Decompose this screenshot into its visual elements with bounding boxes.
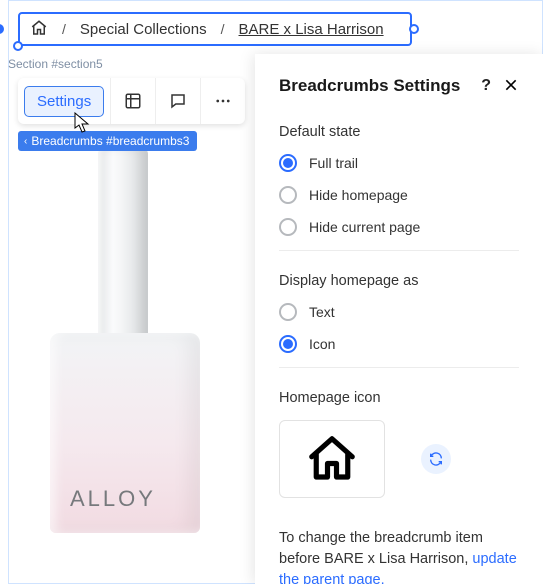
- divider: [279, 367, 519, 368]
- homepage-icon-preview[interactable]: [279, 420, 385, 498]
- settings-panel: Breadcrumbs Settings ? Default state Ful…: [255, 54, 543, 584]
- radio-indicator: [279, 303, 297, 321]
- radio-hide-homepage[interactable]: Hide homepage: [279, 186, 519, 204]
- radio-label: Icon: [309, 336, 335, 352]
- refresh-icon-button[interactable]: [421, 444, 451, 474]
- element-tag[interactable]: ‹ Breadcrumbs #breadcrumbs3: [18, 131, 197, 151]
- radio-full-trail[interactable]: Full trail: [279, 154, 519, 172]
- panel-title: Breadcrumbs Settings: [279, 76, 460, 96]
- product-image: ALLOY: [18, 148, 278, 578]
- breadcrumb-current[interactable]: BARE x Lisa Harrison: [239, 21, 384, 38]
- breadcrumb-separator: /: [221, 21, 225, 37]
- breadcrumbs-element[interactable]: / Special Collections / BARE x Lisa Harr…: [18, 12, 412, 46]
- display-homepage-label: Display homepage as: [279, 273, 519, 289]
- section-label: Section #section5: [8, 57, 103, 71]
- house-icon: [303, 432, 361, 486]
- product-brand: ALLOY: [70, 486, 156, 512]
- radio-label: Hide current page: [309, 219, 420, 235]
- selection-handle[interactable]: [409, 24, 419, 34]
- breadcrumb-separator: /: [62, 21, 66, 37]
- selection-handle[interactable]: [0, 24, 4, 34]
- close-button[interactable]: [503, 77, 519, 96]
- homepage-icon-label: Homepage icon: [279, 390, 519, 406]
- radio-text[interactable]: Text: [279, 303, 519, 321]
- default-state-label: Default state: [279, 124, 519, 140]
- radio-indicator: [279, 218, 297, 236]
- radio-indicator: [279, 335, 297, 353]
- radio-indicator: [279, 154, 297, 172]
- chevron-left-icon: ‹: [24, 136, 27, 147]
- radio-label: Hide homepage: [309, 187, 408, 203]
- refresh-icon: [428, 451, 444, 467]
- radio-label: Full trail: [309, 155, 358, 171]
- helper-text: To change the breadcrumb item before BAR…: [279, 528, 519, 584]
- home-icon[interactable]: [30, 19, 48, 40]
- radio-icon[interactable]: Icon: [279, 335, 519, 353]
- breadcrumb-item[interactable]: Special Collections: [80, 21, 207, 38]
- divider: [279, 250, 519, 251]
- element-tag-label: Breadcrumbs #breadcrumbs3: [31, 134, 189, 148]
- radio-indicator: [279, 186, 297, 204]
- help-button[interactable]: ?: [481, 77, 491, 95]
- radio-hide-current[interactable]: Hide current page: [279, 218, 519, 236]
- close-icon: [503, 77, 519, 93]
- radio-label: Text: [309, 304, 335, 320]
- selection-handle[interactable]: [13, 41, 23, 51]
